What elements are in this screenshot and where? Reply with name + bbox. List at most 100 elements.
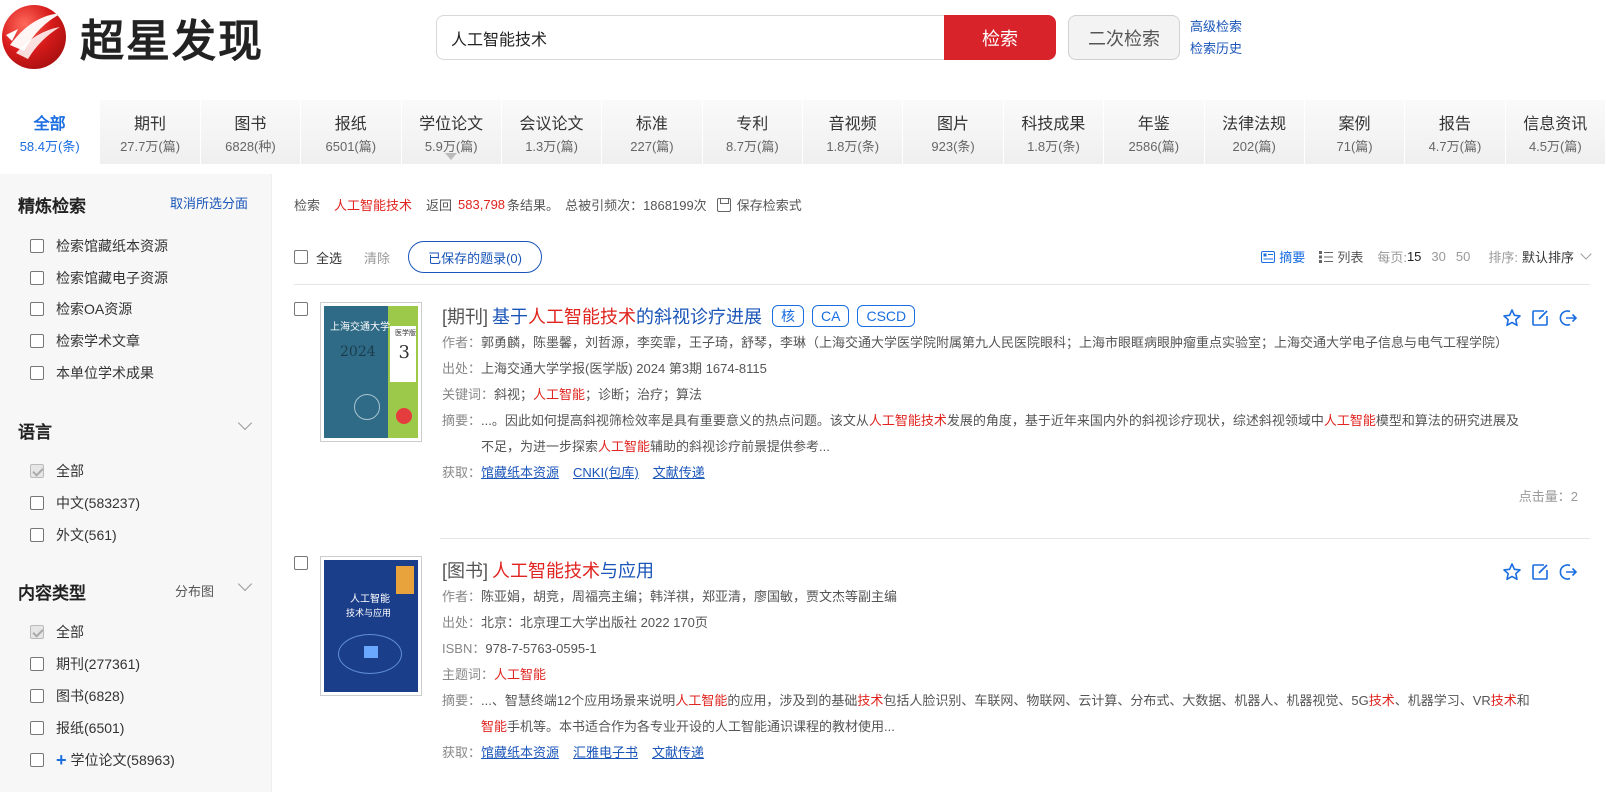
share-export-icon[interactable] (1558, 562, 1578, 582)
save-search-link[interactable]: 保存检索式 (737, 195, 802, 214)
author-label: 作者： (442, 589, 482, 604)
abstract-highlight: 人工智能技术 (868, 413, 947, 428)
result-title[interactable]: [期刊] 基于 人工智能技术 的斜视诊疗进展 核 CA CSCD (442, 302, 1562, 330)
content-type-option[interactable]: 报纸(6501) (30, 718, 124, 738)
list-view-label[interactable]: 列表 (1337, 247, 1363, 266)
checkbox[interactable] (30, 721, 44, 735)
click-count: 点击量：2 (1518, 489, 1578, 504)
list-view-icon[interactable] (1319, 250, 1334, 263)
refine-option[interactable]: 检索馆藏纸本资源 (30, 236, 168, 256)
clear-facets-link[interactable]: 取消所选分面 (170, 193, 248, 212)
edit-note-icon[interactable] (1530, 308, 1550, 328)
tab-book[interactable]: 图书 6828(种) (200, 100, 302, 164)
access-link-ebook[interactable]: 汇雅电子书 (573, 745, 638, 760)
language-option[interactable]: 外文(561) (30, 525, 117, 545)
result-title[interactable]: [图书] 人工智能技术 与应用 (442, 556, 1562, 584)
language-option[interactable]: 全部 (30, 461, 84, 481)
tab-news[interactable]: 信息资讯 4.5万(篇) (1505, 100, 1606, 164)
distribution-link[interactable]: 分布图 (175, 581, 214, 600)
access-link-cnki[interactable]: CNKI(包库) (573, 465, 639, 480)
tab-media[interactable]: 音视频 1.8万(条) (803, 100, 904, 164)
sort-select[interactable]: 默认排序 (1522, 247, 1574, 266)
result-body: [图书] 人工智能技术 与应用 作者：陈亚娟，胡竞，周福亮主编；韩洋祺，郑亚清，廖… (442, 556, 1562, 766)
access-label: 获取： (442, 745, 482, 760)
tab-standard[interactable]: 标准 227(篇) (602, 100, 703, 164)
tab-report[interactable]: 报告 4.7万(篇) (1405, 100, 1506, 164)
saved-records-button[interactable]: 已保存的题录(0) (408, 241, 543, 273)
checkbox[interactable] (30, 657, 44, 671)
refine-option[interactable]: 检索学术文章 (30, 331, 140, 351)
tab-journal[interactable]: 期刊 27.7万(篇) (100, 100, 201, 164)
edit-note-icon[interactable] (1530, 562, 1550, 582)
title-part[interactable]: 与应用 (600, 557, 654, 583)
result-summary: 检索 人工智能技术 返回 583,798 条结果。 总被引频次：1868199次… (294, 195, 808, 214)
select-all-checkbox[interactable] (294, 250, 308, 264)
result-checkbox[interactable] (294, 302, 308, 316)
chevron-down-icon[interactable] (1580, 247, 1592, 260)
search-history-link[interactable]: 检索历史 (1190, 38, 1242, 60)
title-part[interactable]: 的斜视诊疗进展 (636, 303, 762, 329)
checkbox[interactable] (30, 625, 44, 639)
tab-patent[interactable]: 专利 8.7万(篇) (702, 100, 803, 164)
journal-cover-image[interactable]: 上海交通大学 2024 3 医学版 (320, 302, 422, 442)
content-type-option[interactable]: 全部 (30, 622, 84, 642)
checkbox[interactable] (30, 334, 44, 348)
access-link-delivery[interactable]: 文献传递 (653, 465, 705, 480)
tab-achievement[interactable]: 科技成果 1.8万(条) (1003, 100, 1105, 164)
access-link-print[interactable]: 馆藏纸本资源 (481, 465, 559, 480)
tab-thesis[interactable]: 学位论文 5.9万(篇) (401, 100, 502, 164)
per-page-50[interactable]: 50 (1456, 249, 1470, 264)
second-search-button[interactable]: 二次检索 (1068, 15, 1180, 60)
site-logo[interactable]: 超星发现 (2, 5, 282, 69)
checkbox[interactable] (30, 528, 44, 542)
checkbox[interactable] (30, 271, 44, 285)
title-part[interactable]: 基于 (492, 303, 528, 329)
checkbox[interactable] (30, 496, 44, 510)
access-link-delivery[interactable]: 文献传递 (652, 745, 704, 760)
content-type-option[interactable]: 图书(6828) (30, 686, 124, 706)
search-input[interactable]: 人工智能技术 (436, 15, 946, 60)
search-button[interactable]: 检索 (944, 15, 1056, 60)
title-highlight[interactable]: 人工智能技术 (492, 557, 600, 583)
refine-option[interactable]: 本单位学术成果 (30, 363, 154, 383)
summary-view-label[interactable]: 摘要 (1279, 247, 1305, 266)
checkbox[interactable] (30, 366, 44, 380)
checkbox[interactable] (30, 753, 44, 767)
tab-newspaper[interactable]: 报纸 6501(篇) (301, 100, 402, 164)
refine-option[interactable]: 检索OA资源 (30, 299, 132, 319)
advanced-search-link[interactable]: 高级检索 (1190, 16, 1242, 38)
result-access: 获取：馆藏纸本资源 CNKI(包库) 文献传递 (442, 460, 1562, 486)
title-highlight[interactable]: 人工智能技术 (528, 303, 636, 329)
access-link-print[interactable]: 馆藏纸本资源 (481, 745, 559, 760)
checkbox[interactable] (30, 689, 44, 703)
favorite-star-icon[interactable] (1502, 308, 1522, 328)
favorite-star-icon[interactable] (1502, 562, 1522, 582)
tab-conference[interactable]: 会议论文 1.3万(篇) (501, 100, 603, 164)
tab-yearbook[interactable]: 年鉴 2586(篇) (1104, 100, 1205, 164)
checkbox[interactable] (30, 464, 44, 478)
save-icon[interactable] (716, 197, 731, 212)
per-page-15[interactable]: 15 (1407, 249, 1421, 264)
content-type-option[interactable]: 期刊(277361) (30, 654, 140, 674)
content-type-option[interactable]: + 学位论文(58963) (30, 750, 175, 770)
summary-view-icon[interactable] (1261, 250, 1276, 263)
tab-all[interactable]: 全部 58.4万(条) (0, 100, 101, 164)
chevron-down-icon[interactable] (237, 415, 253, 431)
refine-option[interactable]: 检索馆藏电子资源 (30, 268, 168, 288)
checkbox[interactable] (30, 302, 44, 316)
clear-selection[interactable]: 清除 (364, 248, 390, 267)
refine-option-label: 检索馆藏纸本资源 (56, 238, 168, 254)
logo-icon (2, 5, 66, 69)
tab-case[interactable]: 案例 71(篇) (1304, 100, 1406, 164)
select-all-label[interactable]: 全选 (316, 248, 342, 267)
share-export-icon[interactable] (1558, 308, 1578, 328)
book-cover-image[interactable]: 人工智能 技术与应用 (320, 556, 422, 696)
checkbox[interactable] (30, 239, 44, 253)
result-checkbox[interactable] (294, 556, 308, 570)
tab-image[interactable]: 图片 923(条) (903, 100, 1004, 164)
language-option[interactable]: 中文(583237) (30, 493, 140, 513)
per-page-30[interactable]: 30 (1431, 249, 1445, 264)
tab-law[interactable]: 法律法规 202(篇) (1204, 100, 1305, 164)
expand-plus-icon[interactable]: + (56, 751, 67, 769)
chevron-down-icon[interactable] (237, 576, 253, 592)
